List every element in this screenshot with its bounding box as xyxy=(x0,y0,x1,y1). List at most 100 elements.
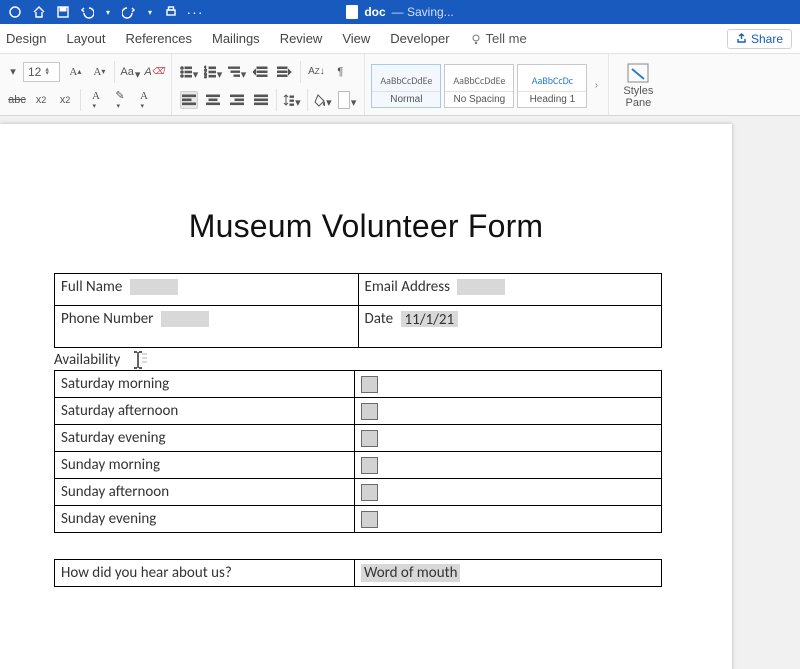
slot-label: Sunday morning xyxy=(55,452,355,479)
share-icon xyxy=(736,33,747,44)
date-field[interactable]: 11/1/21 xyxy=(401,311,459,327)
clear-formatting-icon[interactable]: A⌫ xyxy=(145,63,163,81)
full-name-field[interactable] xyxy=(130,279,178,295)
table-row: Sunday evening xyxy=(55,506,662,533)
slot-label: Saturday morning xyxy=(55,371,355,398)
table-row: Phone Number Date 11/1/21 xyxy=(55,306,662,348)
bullets-icon[interactable]: ▾ xyxy=(180,63,198,81)
email-label: Email Address xyxy=(365,278,450,296)
tab-design[interactable]: Design xyxy=(6,31,46,46)
strike-icon[interactable]: abc xyxy=(8,91,26,109)
styles-pane-button[interactable]: Styles Pane xyxy=(617,63,659,109)
ribbon-toolbar: ▾ 12 ▴▾ A▴ A▾ Aa▾ A⌫ abc x2 x2 A▾ ✎▾ A▾ … xyxy=(0,54,800,116)
tab-layout[interactable]: Layout xyxy=(66,31,105,46)
align-left-icon[interactable] xyxy=(180,91,198,109)
table-row: Full Name Email Address xyxy=(55,274,662,306)
print-icon[interactable] xyxy=(164,5,178,19)
home-icon[interactable] xyxy=(32,5,46,19)
styles-more-icon[interactable]: › xyxy=(590,80,602,91)
autosave-toggle-icon[interactable] xyxy=(8,5,22,19)
more-qat-icon[interactable]: ··· xyxy=(188,5,202,19)
style-no-spacing[interactable]: AaBbCcDdEe No Spacing xyxy=(444,64,514,108)
tab-developer[interactable]: Developer xyxy=(390,31,449,46)
styles-pane-group: Styles Pane xyxy=(609,54,667,116)
increase-indent-icon[interactable] xyxy=(276,63,294,81)
checkbox-sat-afternoon[interactable] xyxy=(361,403,378,420)
font-group: ▾ 12 ▴▾ A▴ A▾ Aa▾ A⌫ abc x2 x2 A▾ ✎▾ A▾ xyxy=(0,54,172,116)
tab-mailings[interactable]: Mailings xyxy=(212,31,260,46)
referral-table: How did you hear about us? Word of mouth xyxy=(54,559,662,587)
table-row: Sunday morning xyxy=(55,452,662,479)
text-effects-icon[interactable]: A▾ xyxy=(87,91,105,109)
superscript-icon[interactable]: x2 xyxy=(56,91,74,109)
highlight-icon[interactable]: ✎▾ xyxy=(111,91,129,109)
availability-heading: Availability xyxy=(54,350,678,370)
tell-me-search[interactable]: Tell me xyxy=(470,31,527,46)
full-name-label: Full Name xyxy=(61,278,122,296)
slot-label: Sunday evening xyxy=(55,506,355,533)
document-canvas[interactable]: Museum Volunteer Form Full Name Email Ad… xyxy=(0,116,800,669)
titlebar: ▾ ▾ ··· doc — Saving... xyxy=(0,0,800,24)
numbering-icon[interactable]: 123▾ xyxy=(204,63,222,81)
tab-references[interactable]: References xyxy=(126,31,192,46)
slot-label: Saturday evening xyxy=(55,425,355,452)
line-spacing-icon[interactable]: ▾ xyxy=(283,91,301,109)
checkbox-sun-morning[interactable] xyxy=(361,457,378,474)
checkbox-sun-evening[interactable] xyxy=(361,511,378,528)
save-icon[interactable] xyxy=(56,5,70,19)
page-title: Museum Volunteer Form xyxy=(54,208,678,245)
redo-icon[interactable] xyxy=(122,5,136,19)
undo-dropdown-icon[interactable]: ▾ xyxy=(104,5,112,19)
subscript-icon[interactable]: x2 xyxy=(32,91,50,109)
save-status: — Saving... xyxy=(392,5,454,19)
table-row: How did you hear about us? Word of mouth xyxy=(55,560,662,587)
decrease-indent-icon[interactable] xyxy=(252,63,270,81)
decrease-font-icon[interactable]: A▾ xyxy=(90,63,108,81)
email-field[interactable] xyxy=(457,279,505,295)
table-row: Saturday morning xyxy=(55,371,662,398)
change-case-icon[interactable]: Aa▾ xyxy=(121,63,139,81)
document-page[interactable]: Museum Volunteer Form Full Name Email Ad… xyxy=(0,124,732,669)
phone-field[interactable] xyxy=(161,311,209,327)
styles-group: AaBbCcDdEe Normal AaBbCcDdEe No Spacing … xyxy=(365,54,609,116)
style-normal[interactable]: AaBbCcDdEe Normal xyxy=(371,64,441,108)
share-button[interactable]: Share xyxy=(727,29,792,49)
shading-icon[interactable]: ▾ xyxy=(314,91,332,109)
table-row: Sunday afternoon xyxy=(55,479,662,506)
borders-icon[interactable]: ▾ xyxy=(338,91,356,109)
font-size-spinner[interactable]: 12 ▴▾ xyxy=(23,62,60,82)
checkbox-sat-morning[interactable] xyxy=(361,376,378,393)
styles-pane-icon xyxy=(627,63,649,83)
align-right-icon[interactable] xyxy=(228,91,246,109)
referral-question: How did you hear about us? xyxy=(55,560,355,587)
tab-review[interactable]: Review xyxy=(280,31,323,46)
availability-table: Saturday morning Saturday afternoon Satu… xyxy=(54,370,662,533)
phone-label: Phone Number xyxy=(61,310,153,328)
redo-dropdown-icon[interactable]: ▾ xyxy=(146,5,154,19)
justify-icon[interactable] xyxy=(252,91,270,109)
font-color-icon[interactable]: A▾ xyxy=(135,91,153,109)
increase-font-icon[interactable]: A▴ xyxy=(66,63,84,81)
date-label: Date xyxy=(365,310,394,328)
tab-view[interactable]: View xyxy=(342,31,370,46)
text-cursor-icon xyxy=(128,350,148,370)
checkbox-sat-evening[interactable] xyxy=(361,430,378,447)
show-marks-icon[interactable]: ¶ xyxy=(331,63,349,81)
undo-icon[interactable] xyxy=(80,5,94,19)
lightbulb-icon xyxy=(470,33,482,45)
document-name: doc xyxy=(364,5,385,19)
paragraph-group: ▾ 123▾ ▾ AZ↓ ¶ ▾ ▾ ▾ xyxy=(172,54,365,116)
multilevel-list-icon[interactable]: ▾ xyxy=(228,63,246,81)
font-family-dropdown-icon[interactable]: ▾ xyxy=(9,68,17,76)
referral-answer[interactable]: Word of mouth xyxy=(361,564,460,582)
svg-text:3: 3 xyxy=(204,74,207,79)
align-center-icon[interactable] xyxy=(204,91,222,109)
word-doc-icon xyxy=(346,5,358,19)
contact-info-table: Full Name Email Address Phone Number Dat… xyxy=(54,273,662,348)
ribbon-tabs: Design Layout References Mailings Review… xyxy=(0,24,800,54)
checkbox-sun-afternoon[interactable] xyxy=(361,484,378,501)
sort-icon[interactable]: AZ↓ xyxy=(307,63,325,81)
style-heading-1[interactable]: AaBbCcDc Heading 1 xyxy=(517,64,587,108)
slot-label: Sunday afternoon xyxy=(55,479,355,506)
slot-label: Saturday afternoon xyxy=(55,398,355,425)
